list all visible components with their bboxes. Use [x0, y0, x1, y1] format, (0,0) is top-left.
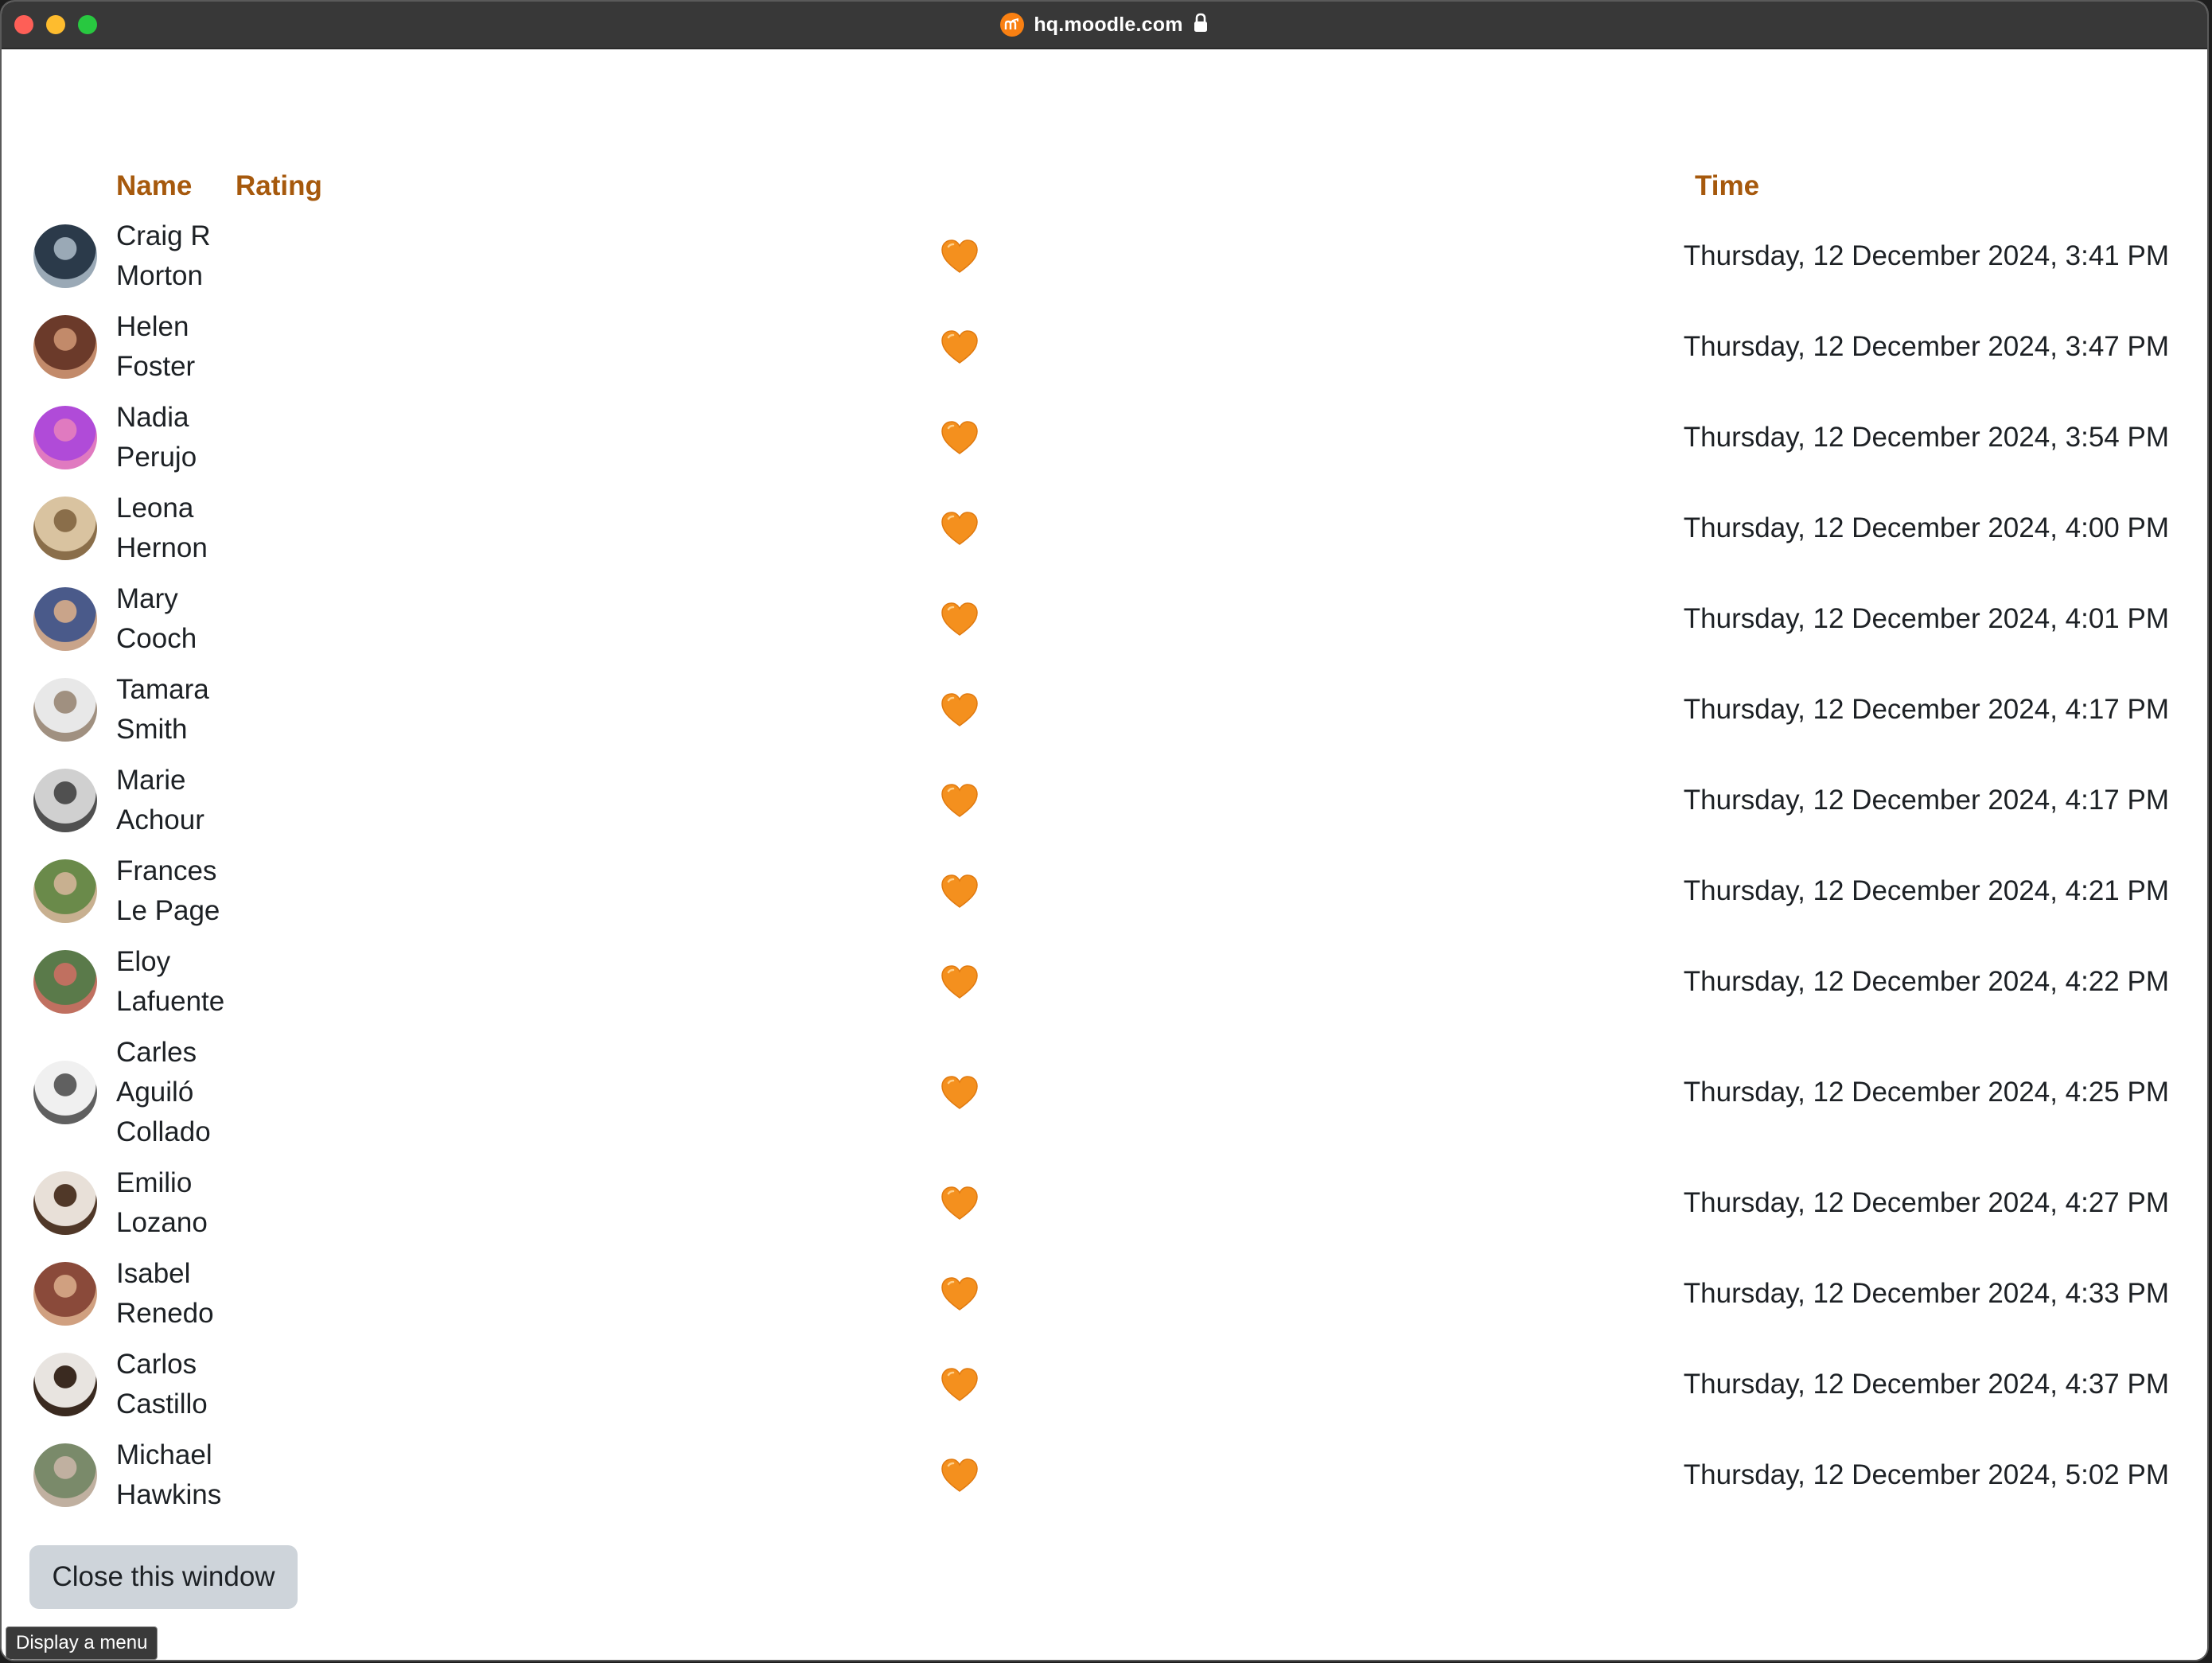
avatar[interactable] — [33, 1061, 97, 1124]
user-name-link[interactable]: Tamara Smith — [116, 670, 291, 750]
user-name-line: Isabel — [116, 1258, 191, 1289]
rating-time: Thursday, 12 December 2024, 4:27 PM — [1683, 1187, 2169, 1218]
avatar[interactable] — [33, 315, 97, 379]
user-name-line: Achour — [116, 804, 204, 835]
user-name-link[interactable]: Michael Hawkins — [116, 1435, 291, 1515]
avatar[interactable] — [33, 950, 97, 1014]
orange-heart-icon — [940, 783, 979, 818]
rating-time: Thursday, 12 December 2024, 4:33 PM — [1683, 1278, 2169, 1309]
column-header-name[interactable]: Name — [116, 169, 192, 204]
avatar[interactable] — [33, 1171, 97, 1235]
user-name-line: Marie — [116, 765, 186, 796]
orange-heart-icon — [940, 420, 979, 455]
user-name-link[interactable]: Craig R Morton — [116, 216, 291, 296]
rating-time: Thursday, 12 December 2024, 4:00 PM — [1683, 512, 2169, 543]
orange-heart-icon — [940, 602, 979, 637]
user-name-line: Le Page — [116, 895, 220, 926]
user-name-link[interactable]: Isabel Renedo — [116, 1254, 291, 1334]
user-name-line: Aguiló — [116, 1077, 194, 1108]
orange-heart-icon — [940, 1458, 979, 1493]
orange-heart-icon — [940, 1075, 979, 1110]
ratings-page: Name Rating Time Craig R Morton Thursday, … — [2, 49, 2207, 1660]
avatar[interactable] — [33, 1262, 97, 1326]
user-name-link[interactable]: Nadia Perujo — [116, 398, 291, 477]
close-this-window-button[interactable]: Close this window — [29, 1545, 298, 1609]
user-name-line: Eloy — [116, 946, 171, 977]
avatar[interactable] — [33, 587, 97, 651]
rating-time: Thursday, 12 December 2024, 5:02 PM — [1683, 1459, 2169, 1490]
user-name-link[interactable]: Frances Le Page — [116, 851, 291, 931]
rating-time: Thursday, 12 December 2024, 4:37 PM — [1683, 1369, 2169, 1400]
rating-time: Thursday, 12 December 2024, 4:22 PM — [1683, 966, 2169, 997]
orange-heart-icon — [940, 239, 979, 274]
user-name-link[interactable]: Helen Foster — [116, 307, 291, 387]
orange-heart-icon — [940, 511, 979, 546]
rating-time: Thursday, 12 December 2024, 4:25 PM — [1683, 1077, 2169, 1108]
user-name-line: Tamara — [116, 674, 209, 705]
user-name-link[interactable]: Leona Hernon — [116, 489, 291, 568]
user-name-line: Frances — [116, 855, 217, 886]
browser-window: hq.moodle.com Name Rating Time Craig R Mo… — [0, 0, 2209, 1661]
orange-heart-icon — [940, 874, 979, 909]
orange-heart-icon — [940, 964, 979, 999]
rating-time: Thursday, 12 December 2024, 4:21 PM — [1683, 875, 2169, 906]
user-name-link[interactable]: Mary Cooch — [116, 579, 291, 659]
avatar[interactable] — [33, 859, 97, 923]
lock-icon — [1193, 13, 1209, 37]
orange-heart-icon — [940, 1186, 979, 1221]
user-name-line: Hawkins — [116, 1479, 222, 1510]
user-name-line: Renedo — [116, 1298, 214, 1329]
avatar[interactable] — [33, 769, 97, 832]
url-text: hq.moodle.com — [1034, 13, 1183, 36]
orange-heart-icon — [940, 1276, 979, 1311]
rating-time: Thursday, 12 December 2024, 4:17 PM — [1683, 694, 2169, 725]
user-name-link[interactable]: Marie Achour — [116, 761, 291, 840]
user-name-line: Helen — [116, 311, 189, 342]
avatar[interactable] — [33, 497, 97, 560]
user-name-line: Craig R — [116, 220, 211, 251]
user-name-line: Nadia — [116, 402, 189, 433]
user-name-link[interactable]: Emilio Lozano — [116, 1163, 291, 1243]
display-menu-tooltip: Display a menu — [6, 1626, 158, 1660]
user-name-line: Hernon — [116, 532, 208, 563]
avatar[interactable] — [33, 1443, 97, 1507]
rating-time: Thursday, 12 December 2024, 4:17 PM — [1683, 785, 2169, 816]
rating-time: Thursday, 12 December 2024, 3:54 PM — [1683, 422, 2169, 453]
user-name-link[interactable]: Carlos Castillo — [116, 1345, 291, 1424]
user-name-link[interactable]: Carles Aguiló Collado — [116, 1033, 291, 1152]
user-name-link[interactable]: Eloy Lafuente — [116, 942, 291, 1022]
avatar[interactable] — [33, 224, 97, 288]
orange-heart-icon — [940, 692, 979, 727]
orange-heart-icon — [940, 1367, 979, 1402]
user-name-line: Cooch — [116, 623, 197, 654]
rating-time: Thursday, 12 December 2024, 3:41 PM — [1683, 240, 2169, 271]
moodle-site-icon — [1000, 13, 1025, 37]
user-name-line: Collado — [116, 1116, 211, 1147]
user-name-line: Foster — [116, 351, 196, 382]
rating-time: Thursday, 12 December 2024, 4:01 PM — [1683, 603, 2169, 634]
user-name-line: Carlos — [116, 1349, 197, 1380]
user-name-line: Lozano — [116, 1207, 208, 1238]
title-bar: hq.moodle.com — [2, 2, 2207, 49]
rating-time: Thursday, 12 December 2024, 3:47 PM — [1683, 331, 2169, 362]
user-name-line: Morton — [116, 260, 203, 291]
column-header-time[interactable]: Time — [1695, 169, 1759, 204]
column-header-rating[interactable]: Rating — [236, 169, 322, 204]
avatar[interactable] — [33, 678, 97, 742]
address-display: hq.moodle.com — [2, 2, 2207, 48]
user-name-line: Smith — [116, 714, 188, 745]
user-name-line: Castillo — [116, 1388, 208, 1420]
user-name-line: Lafuente — [116, 986, 225, 1017]
user-name-line: Emilio — [116, 1167, 193, 1198]
orange-heart-icon — [940, 329, 979, 364]
user-name-line: Carles — [116, 1037, 197, 1068]
user-name-line: Leona — [116, 493, 194, 524]
avatar[interactable] — [33, 406, 97, 469]
user-name-line: Perujo — [116, 442, 197, 473]
user-name-line: Michael — [116, 1439, 212, 1470]
user-name-line: Mary — [116, 583, 178, 614]
avatar[interactable] — [33, 1353, 97, 1416]
